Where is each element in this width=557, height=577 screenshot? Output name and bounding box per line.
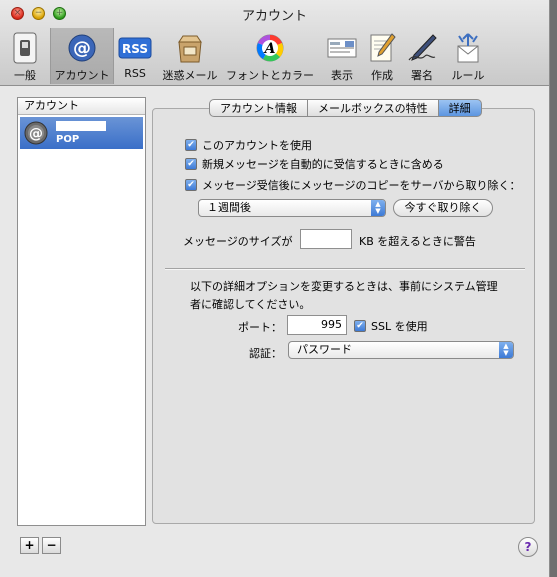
toolbar-composing[interactable]: 作成 [364, 28, 400, 84]
popup-arrows-icon: ▲ ▼ [371, 200, 385, 216]
use-ssl-checkbox[interactable]: ✔ SSL を使用 [354, 318, 428, 334]
checkmark-icon: ✔ [354, 320, 366, 332]
rss-icon: RSS [118, 37, 152, 59]
popup-arrows-icon: ▲ ▼ [499, 342, 513, 358]
auth-popup[interactable]: パスワード ▲ ▼ [288, 341, 514, 359]
remove-account-button[interactable]: − [42, 537, 61, 554]
advanced-panel: ✔ このアカウントを使用 ✔ 新規メッセージを自動的に受信するときに含める ✔ … [152, 108, 535, 524]
add-account-button[interactable]: + [20, 537, 39, 554]
compose-icon [370, 33, 396, 62]
checkmark-icon: ✔ [185, 139, 197, 151]
toolbar-accounts[interactable]: @ アカウント [50, 28, 114, 84]
checkmark-icon: ✔ [185, 158, 197, 170]
rules-icon [457, 33, 479, 63]
color-wheel-icon: A [256, 34, 284, 62]
auto-receive-checkbox[interactable]: ✔ 新規メッセージを自動的に受信するときに含める [185, 156, 444, 172]
account-type: POP [56, 134, 80, 145]
help-button[interactable]: ? [518, 537, 538, 557]
use-account-checkbox[interactable]: ✔ このアカウントを使用 [185, 137, 312, 153]
port-field[interactable]: 995 [287, 315, 347, 335]
at-sign-icon: @ [24, 121, 48, 145]
tab-account-info[interactable]: アカウント情報 [209, 99, 308, 117]
at-sign-icon: @ [68, 34, 96, 62]
remove-now-button[interactable]: 今すぐ取り除く [393, 199, 493, 217]
account-list-item[interactable]: @ POP [20, 117, 143, 149]
account-tabs: アカウント情報 メールボックスの特性 詳細 [209, 99, 482, 117]
switch-icon [13, 32, 37, 64]
auth-label: 認証： [249, 347, 282, 360]
svg-text:RSS: RSS [122, 42, 148, 56]
toolbar-junk-mail[interactable]: 迷惑メール [158, 28, 222, 84]
size-warning-suffix: KB を超えるときに警告 [359, 235, 476, 248]
svg-text:@: @ [73, 38, 91, 59]
delete-after-popup[interactable]: １週間後 ▲ ▼ [198, 199, 386, 217]
delete-copy-checkbox[interactable]: ✔ メッセージ受信後にメッセージのコピーをサーバから取り除く： [185, 177, 520, 193]
toolbar-general[interactable]: 一般 [4, 28, 46, 84]
port-label: ポート： [238, 321, 282, 334]
account-list[interactable]: アカウント @ POP [17, 97, 146, 526]
junk-mail-icon [178, 35, 202, 63]
svg-text:@: @ [29, 126, 43, 142]
tab-mailbox-behaviors[interactable]: メールボックスの特性 [308, 99, 439, 117]
account-name-redacted [56, 121, 106, 131]
window-title: アカウント [241, 9, 307, 24]
toolbar-rules[interactable]: ルール [444, 28, 492, 84]
toolbar-signatures[interactable]: 署名 [404, 28, 440, 84]
toolbar-fonts-colors[interactable]: A フォントとカラー [224, 28, 316, 84]
display-icon [327, 38, 357, 58]
signature-icon [408, 34, 437, 61]
toolbar-viewing[interactable]: 表示 [322, 28, 362, 84]
size-warning-field[interactable] [300, 229, 352, 249]
svg-text:A: A [263, 41, 276, 57]
titlebar: × − + アカウント 一般 @ アカウント RSS RSS 迷惑メール A フ… [0, 0, 549, 86]
divider [165, 268, 525, 270]
advanced-note: 以下の詳細オプションを変更するときは、事前にシステム管理 者に確認してください。 [190, 280, 498, 311]
toolbar-rss[interactable]: RSS RSS [116, 28, 154, 84]
preferences-window: × − + アカウント 一般 @ アカウント RSS RSS 迷惑メール A フ… [0, 0, 550, 577]
checkmark-icon: ✔ [185, 179, 197, 191]
size-warning-prefix: メッセージのサイズが [183, 235, 293, 248]
account-list-header: アカウント [18, 98, 145, 115]
tab-advanced[interactable]: 詳細 [438, 99, 482, 117]
